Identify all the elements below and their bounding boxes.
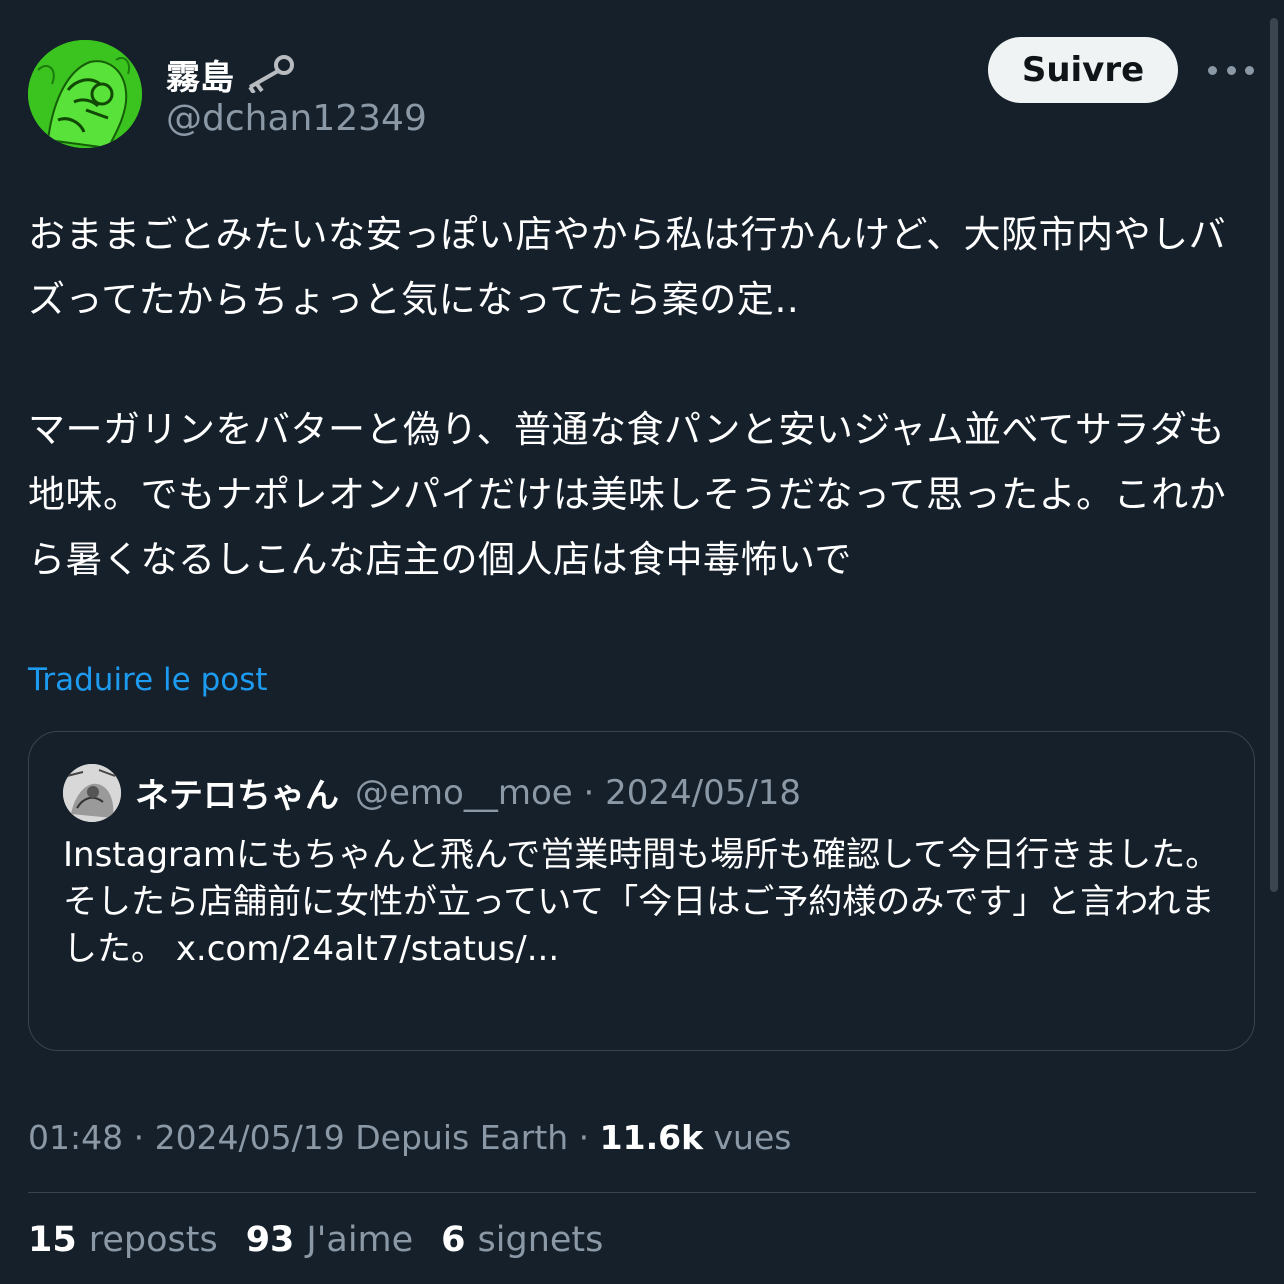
views-label: vues (703, 1118, 792, 1157)
post-meta: 01:48 · 2024/05/19 Depuis Earth · 11.6k … (28, 1118, 791, 1157)
engagement-stats: 15 reposts 93 J'aime 6 signets (28, 1220, 603, 1260)
author-handle[interactable]: @dchan12349 (166, 98, 427, 139)
likes-count: 93 (245, 1220, 295, 1260)
key-icon (240, 53, 296, 97)
translate-post-link[interactable]: Traduire le post (28, 662, 268, 698)
divider (28, 1192, 1256, 1193)
quoted-post-text: Instagramにもちゃんと飛んで営業時間も場所も確認して今日行きました。 そ… (63, 832, 1223, 973)
quoted-author-meta: @emo__moe · 2024/05/18 (355, 772, 802, 813)
bookmarks-label: signets (477, 1220, 604, 1260)
post-timestamp[interactable]: 01:48 · 2024/05/19 Depuis Earth · (28, 1118, 600, 1157)
quoted-author-name: ネテロちゃん (135, 776, 339, 816)
post-header: 霧島 @dchan12349 Suivre (28, 37, 1254, 150)
quoted-author-avatar (63, 764, 121, 822)
more-icon[interactable] (1208, 52, 1254, 88)
author-avatar[interactable] (28, 40, 142, 148)
scrollbar[interactable] (1270, 18, 1278, 892)
bookmarks-count: 6 (441, 1220, 466, 1260)
post-paragraph: マーガリンをバターと偽り、普通な食パンと安いジャム並べてサラダも地味。でもナポレ… (28, 408, 1227, 581)
post-paragraph: おままごとみたいな安っぽい店やから私は行かんけど、大阪市内やしバズってたからちょ… (28, 213, 1227, 321)
views-count: 11.6k (599, 1118, 704, 1157)
likes-stat[interactable]: 93 J'aime (246, 1220, 413, 1260)
author-display-name[interactable]: 霧島 (166, 50, 234, 99)
reposts-label: reposts (88, 1220, 218, 1260)
follow-button[interactable]: Suivre (988, 37, 1178, 103)
likes-label: J'aime (306, 1220, 414, 1260)
quoted-link[interactable]: x.com/24alt7/status/... (176, 929, 559, 969)
bookmarks-stat[interactable]: 6 signets (441, 1220, 603, 1260)
reposts-count: 15 (28, 1220, 77, 1260)
reposts-stat[interactable]: 15 reposts (28, 1220, 218, 1260)
quoted-post-card[interactable]: ネテロちゃん @emo__moe · 2024/05/18 Instagramに… (28, 731, 1255, 1051)
quoted-line: Instagramにもちゃんと飛んで営業時間も場所も確認して今日行きました。 (63, 835, 1220, 875)
post-body: おままごとみたいな安っぽい店やから私は行かんけど、大阪市内やしバズってたからちょ… (28, 202, 1258, 592)
